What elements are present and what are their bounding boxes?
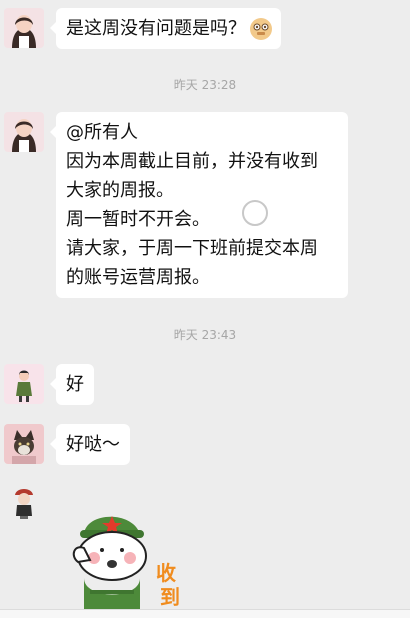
message-line: 大家的周报。 xyxy=(66,180,174,201)
message-text: 好哒～ xyxy=(66,434,120,455)
message-line: 因为本周截止目前，并没有收到 xyxy=(66,151,318,172)
message-bubble[interactable]: @所有人 因为本周截止目前，并没有收到 大家的周报。 周一暂时不开会。 请大家，… xyxy=(50,112,348,298)
message-row: @所有人 因为本周截止目前，并没有收到 大家的周报。 周一暂时不开会。 请大家，… xyxy=(4,112,348,298)
avatar-girl-icon[interactable] xyxy=(4,8,44,48)
timestamp: 昨天 23:28 xyxy=(173,78,237,92)
message-line: 请大家，于周一下班前提交本周 xyxy=(66,238,318,259)
sticker-caption: 收 xyxy=(156,561,176,585)
message-line: 周一暂时不开会。 xyxy=(66,209,210,230)
loading-spinner-icon xyxy=(242,200,268,226)
sticker-received[interactable]: 收 到 xyxy=(60,500,190,618)
avatar-soldier-icon[interactable] xyxy=(4,482,44,522)
message-line: @所有人 xyxy=(66,122,138,143)
message-line: 的账号运营周报。 xyxy=(66,267,210,288)
message-row xyxy=(4,482,44,522)
message-bubble[interactable]: 好哒～ xyxy=(50,424,130,465)
sticker-caption: 到 xyxy=(160,585,180,609)
message-text: 是这周没有问题是吗？ xyxy=(66,18,246,39)
avatar-girl-icon[interactable] xyxy=(4,112,44,152)
avatar-cartoon-girl-icon[interactable] xyxy=(4,364,44,404)
message-text: 好 xyxy=(66,374,84,395)
chat-window: 是这周没有问题是吗？ 昨天 23:28 @所有人 因为本周截止目前，并没有收到 … xyxy=(0,0,410,618)
timestamp: 昨天 23:43 xyxy=(173,328,237,342)
input-bar-edge xyxy=(0,609,410,618)
avatar-cat-icon[interactable] xyxy=(4,424,44,464)
message-bubble[interactable]: 是这周没有问题是吗？ xyxy=(50,8,281,49)
emoji-shy-face-icon xyxy=(249,17,273,41)
message-row: 好 xyxy=(4,364,94,405)
message-bubble[interactable]: 好 xyxy=(50,364,94,405)
message-row: 是这周没有问题是吗？ xyxy=(4,8,281,49)
message-row: 好哒～ xyxy=(4,424,130,465)
